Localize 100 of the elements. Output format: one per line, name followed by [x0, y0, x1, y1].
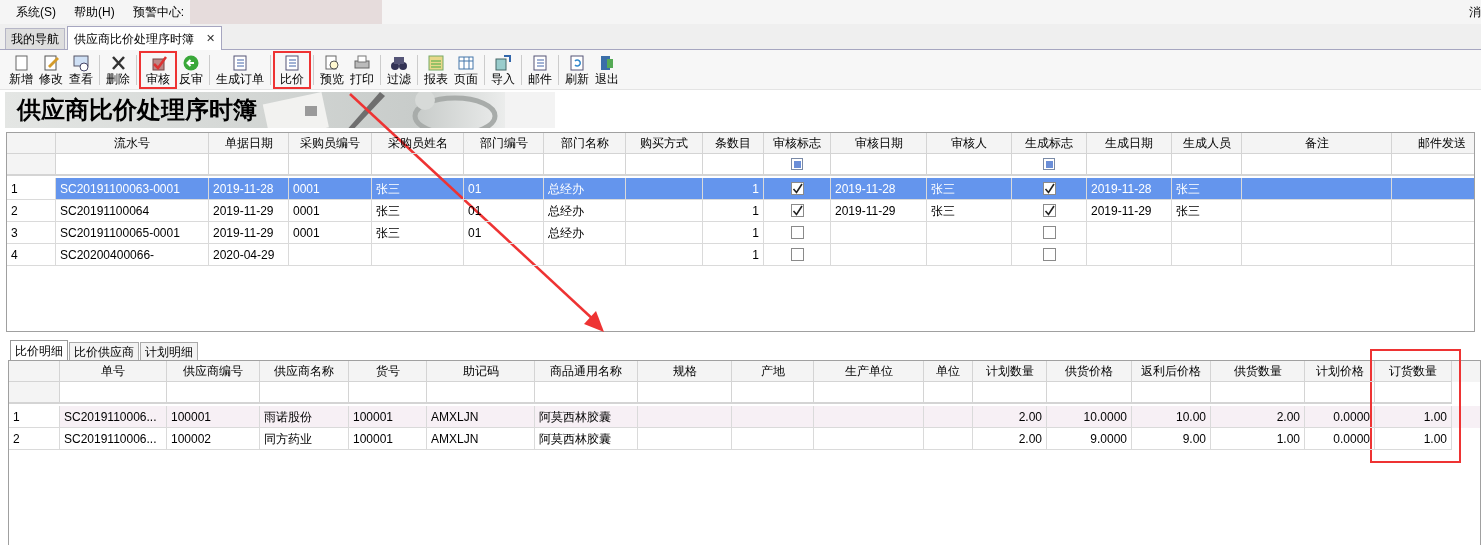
toolbar-button[interactable]: 生成订单: [213, 51, 267, 88]
filter-cell[interactable]: [831, 154, 927, 176]
filter-cell[interactable]: [1211, 382, 1305, 404]
tab[interactable]: 比价供应商: [69, 342, 139, 360]
column-header[interactable]: 计划价格: [1305, 361, 1375, 382]
message-label[interactable]: 消: [1469, 3, 1481, 21]
column-header[interactable]: 返利后价格: [1132, 361, 1211, 382]
column-header[interactable]: 计划数量: [973, 361, 1047, 382]
menu-item[interactable]: 帮助(H): [74, 3, 115, 21]
filter-cell[interactable]: [703, 154, 764, 176]
filter-cell[interactable]: [464, 154, 544, 176]
toolbar-button[interactable]: 比价: [274, 51, 310, 88]
checkbox[interactable]: [790, 182, 804, 195]
filter-cell[interactable]: [814, 382, 924, 404]
filter-cell[interactable]: [1132, 382, 1211, 404]
column-header[interactable]: 邮件发送: [1392, 133, 1474, 154]
column-header[interactable]: 部门名称: [544, 133, 626, 154]
filter-cell[interactable]: [349, 382, 427, 404]
column-header[interactable]: 单据日期: [209, 133, 289, 154]
filter-cell[interactable]: [1305, 382, 1375, 404]
filter-cell[interactable]: [260, 382, 349, 404]
checkbox[interactable]: [1042, 248, 1056, 261]
filter-cell[interactable]: [60, 382, 167, 404]
filter-cell[interactable]: [1172, 154, 1242, 176]
new-icon: [12, 53, 30, 72]
column-header[interactable]: 生成标志: [1012, 133, 1087, 154]
tab[interactable]: 供应商比价处理序时簿 ✕: [67, 26, 222, 50]
column-header[interactable]: 产地: [732, 361, 814, 382]
column-header[interactable]: 采购员编号: [289, 133, 372, 154]
toolbar-button[interactable]: 过滤: [384, 51, 414, 88]
filter-cell[interactable]: [1087, 154, 1172, 176]
filter-cell[interactable]: [626, 154, 703, 176]
edit-icon: [42, 53, 60, 72]
menu-item[interactable]: 系统(S): [16, 3, 56, 21]
toolbar-button[interactable]: 导入: [488, 51, 518, 88]
filter-cell[interactable]: [535, 382, 638, 404]
filter-cell[interactable]: [1242, 154, 1392, 176]
alert-field[interactable]: [190, 0, 382, 24]
filter-cell[interactable]: [209, 154, 289, 176]
toolbar-button[interactable]: 退出: [592, 51, 622, 88]
toolbar-button[interactable]: 报表: [421, 51, 451, 88]
column-header[interactable]: 生成日期: [1087, 133, 1172, 154]
filter-checkbox[interactable]: [791, 158, 803, 170]
toolbar-button[interactable]: 修改: [36, 51, 66, 88]
filter-cell[interactable]: [732, 382, 814, 404]
column-header[interactable]: 生成人员: [1172, 133, 1242, 154]
filter-cell[interactable]: [56, 154, 209, 176]
toolbar-button[interactable]: 删除: [103, 51, 133, 88]
column-header[interactable]: 助记码: [427, 361, 535, 382]
filter-cell[interactable]: [1375, 382, 1452, 404]
filter-cell[interactable]: [1047, 382, 1132, 404]
filter-cell[interactable]: [167, 382, 260, 404]
toolbar-button[interactable]: 查看: [66, 51, 96, 88]
filter-checkbox[interactable]: [1043, 158, 1055, 170]
filter-cell[interactable]: [427, 382, 535, 404]
column-header[interactable]: 单位: [924, 361, 973, 382]
tab[interactable]: 计划明细: [140, 342, 198, 360]
filter-cell[interactable]: [544, 154, 626, 176]
column-header[interactable]: 货号: [349, 361, 427, 382]
filter-cell[interactable]: [289, 154, 372, 176]
checkbox[interactable]: [1042, 204, 1056, 217]
checkbox[interactable]: [1042, 226, 1056, 239]
toolbar-button[interactable]: 新增: [6, 51, 36, 88]
column-header[interactable]: 供货数量: [1211, 361, 1305, 382]
column-header[interactable]: 生产单位: [814, 361, 924, 382]
toolbar-button[interactable]: 反审: [176, 51, 206, 88]
column-header[interactable]: 商品通用名称: [535, 361, 638, 382]
column-header[interactable]: 审核人: [927, 133, 1012, 154]
column-header[interactable]: 条数目: [703, 133, 764, 154]
toolbar-button[interactable]: 刷新: [562, 51, 592, 88]
tab[interactable]: 比价明细: [10, 340, 68, 360]
close-icon[interactable]: ✕: [206, 30, 215, 47]
column-header[interactable]: 购买方式: [626, 133, 703, 154]
column-header[interactable]: 供应商名称: [260, 361, 349, 382]
column-header[interactable]: 流水号: [56, 133, 209, 154]
column-header[interactable]: 单号: [60, 361, 167, 382]
column-header[interactable]: 规格: [638, 361, 732, 382]
checkbox[interactable]: [1042, 182, 1056, 195]
checkbox[interactable]: [790, 226, 804, 239]
filter-cell[interactable]: [924, 382, 973, 404]
column-header[interactable]: 部门编号: [464, 133, 544, 154]
filter-cell[interactable]: [638, 382, 732, 404]
filter-cell[interactable]: [927, 154, 1012, 176]
checkbox[interactable]: [790, 248, 804, 261]
column-header[interactable]: 供应商编号: [167, 361, 260, 382]
filter-cell[interactable]: [973, 382, 1047, 404]
column-header[interactable]: 供货价格: [1047, 361, 1132, 382]
checkbox[interactable]: [790, 204, 804, 217]
column-header[interactable]: 备注: [1242, 133, 1392, 154]
toolbar-button[interactable]: 预览: [317, 51, 347, 88]
column-header[interactable]: 审核标志: [764, 133, 831, 154]
toolbar-button[interactable]: 审核: [140, 51, 176, 88]
toolbar-button[interactable]: 页面: [451, 51, 481, 88]
column-header[interactable]: 审核日期: [831, 133, 927, 154]
preview-icon: [323, 53, 341, 72]
toolbar-button[interactable]: 打印: [347, 51, 377, 88]
column-header[interactable]: 订货数量: [1375, 361, 1452, 382]
toolbar-button[interactable]: 邮件: [525, 51, 555, 88]
tab[interactable]: 我的导航: [5, 28, 65, 49]
filter-cell[interactable]: [372, 154, 464, 176]
